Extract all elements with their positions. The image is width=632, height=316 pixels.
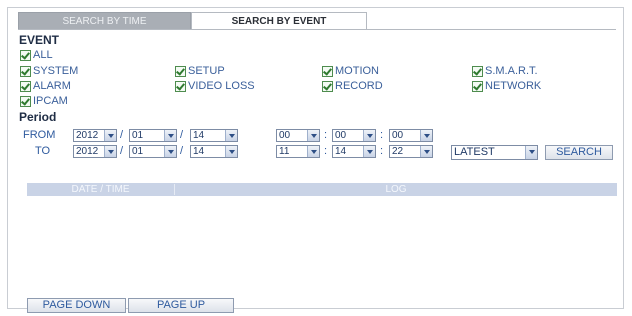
- date-separator: /: [180, 145, 184, 157]
- from-second-select[interactable]: 00: [389, 129, 433, 142]
- chevron-down-icon: [164, 146, 176, 157]
- checkbox-all[interactable]: ALL: [20, 49, 53, 61]
- tab-search-by-event[interactable]: SEARCH BY EVENT: [191, 12, 367, 30]
- checkbox-smart[interactable]: S.M.A.R.T.: [472, 65, 538, 77]
- order-select[interactable]: LATEST: [451, 145, 538, 160]
- checkbox-icon: [322, 65, 333, 77]
- chevron-down-icon: [420, 146, 432, 157]
- checkbox-icon: [20, 95, 31, 107]
- checkbox-video-loss[interactable]: VIDEO LOSS: [175, 80, 255, 92]
- time-separator: :: [324, 145, 328, 157]
- chevron-down-icon: [104, 146, 116, 157]
- date-separator: /: [120, 129, 124, 141]
- checkbox-alarm[interactable]: ALARM: [20, 80, 71, 92]
- log-table-body: [27, 196, 617, 296]
- to-minute-select[interactable]: 14: [332, 145, 376, 158]
- checkbox-icon: [20, 49, 31, 61]
- checkbox-icon: [20, 65, 31, 77]
- checkbox-icon: [472, 65, 483, 77]
- chevron-down-icon: [420, 130, 432, 141]
- checkbox-record[interactable]: RECORD: [322, 80, 383, 92]
- date-separator: /: [120, 145, 124, 157]
- checkbox-icon: [175, 80, 186, 92]
- column-header-log[interactable]: LOG: [175, 183, 617, 196]
- chevron-down-icon: [363, 130, 375, 141]
- search-button[interactable]: SEARCH: [545, 145, 613, 160]
- checkbox-icon: [20, 80, 31, 92]
- tab-search-by-time[interactable]: SEARCH BY TIME: [18, 12, 191, 30]
- chevron-down-icon: [307, 130, 319, 141]
- to-hour-select[interactable]: 11: [276, 145, 320, 158]
- to-year-select[interactable]: 2012: [73, 145, 117, 158]
- checkbox-motion[interactable]: MOTION: [322, 65, 379, 77]
- to-day-select[interactable]: 14: [190, 145, 238, 158]
- chevron-down-icon: [164, 130, 176, 141]
- log-table-header: DATE / TIME LOG: [27, 183, 617, 196]
- checkbox-ipcam[interactable]: IPCAM: [20, 95, 68, 107]
- from-year-select[interactable]: 2012: [73, 129, 117, 142]
- time-separator: :: [380, 129, 384, 141]
- to-second-select[interactable]: 22: [389, 145, 433, 158]
- checkbox-icon: [472, 80, 483, 92]
- chevron-down-icon: [525, 146, 537, 159]
- time-separator: :: [380, 145, 384, 157]
- checkbox-network[interactable]: NETWORK: [472, 80, 541, 92]
- event-section-title: EVENT: [19, 33, 60, 47]
- from-minute-select[interactable]: 00: [332, 129, 376, 142]
- time-separator: :: [324, 129, 328, 141]
- to-label: TO: [35, 145, 51, 157]
- search-panel: SEARCH BY TIME SEARCH BY EVENT EVENT ALL…: [7, 7, 624, 313]
- date-separator: /: [180, 129, 184, 141]
- page-down-button[interactable]: PAGE DOWN: [27, 298, 126, 313]
- from-hour-select[interactable]: 00: [276, 129, 320, 142]
- chevron-down-icon: [307, 146, 319, 157]
- chevron-down-icon: [225, 130, 237, 141]
- chevron-down-icon: [363, 146, 375, 157]
- chevron-down-icon: [104, 130, 116, 141]
- chevron-down-icon: [225, 146, 237, 157]
- tab-divider: [18, 29, 616, 30]
- period-section-title: Period: [19, 110, 57, 124]
- column-header-date-time[interactable]: DATE / TIME: [27, 183, 174, 196]
- checkbox-icon: [175, 65, 186, 77]
- to-month-select[interactable]: 01: [129, 145, 177, 158]
- from-label: FROM: [23, 129, 56, 141]
- from-month-select[interactable]: 01: [129, 129, 177, 142]
- page-up-button[interactable]: PAGE UP: [128, 298, 234, 313]
- checkbox-system[interactable]: SYSTEM: [20, 65, 78, 77]
- from-day-select[interactable]: 14: [190, 129, 238, 142]
- checkbox-icon: [322, 80, 333, 92]
- checkbox-setup[interactable]: SETUP: [175, 65, 225, 77]
